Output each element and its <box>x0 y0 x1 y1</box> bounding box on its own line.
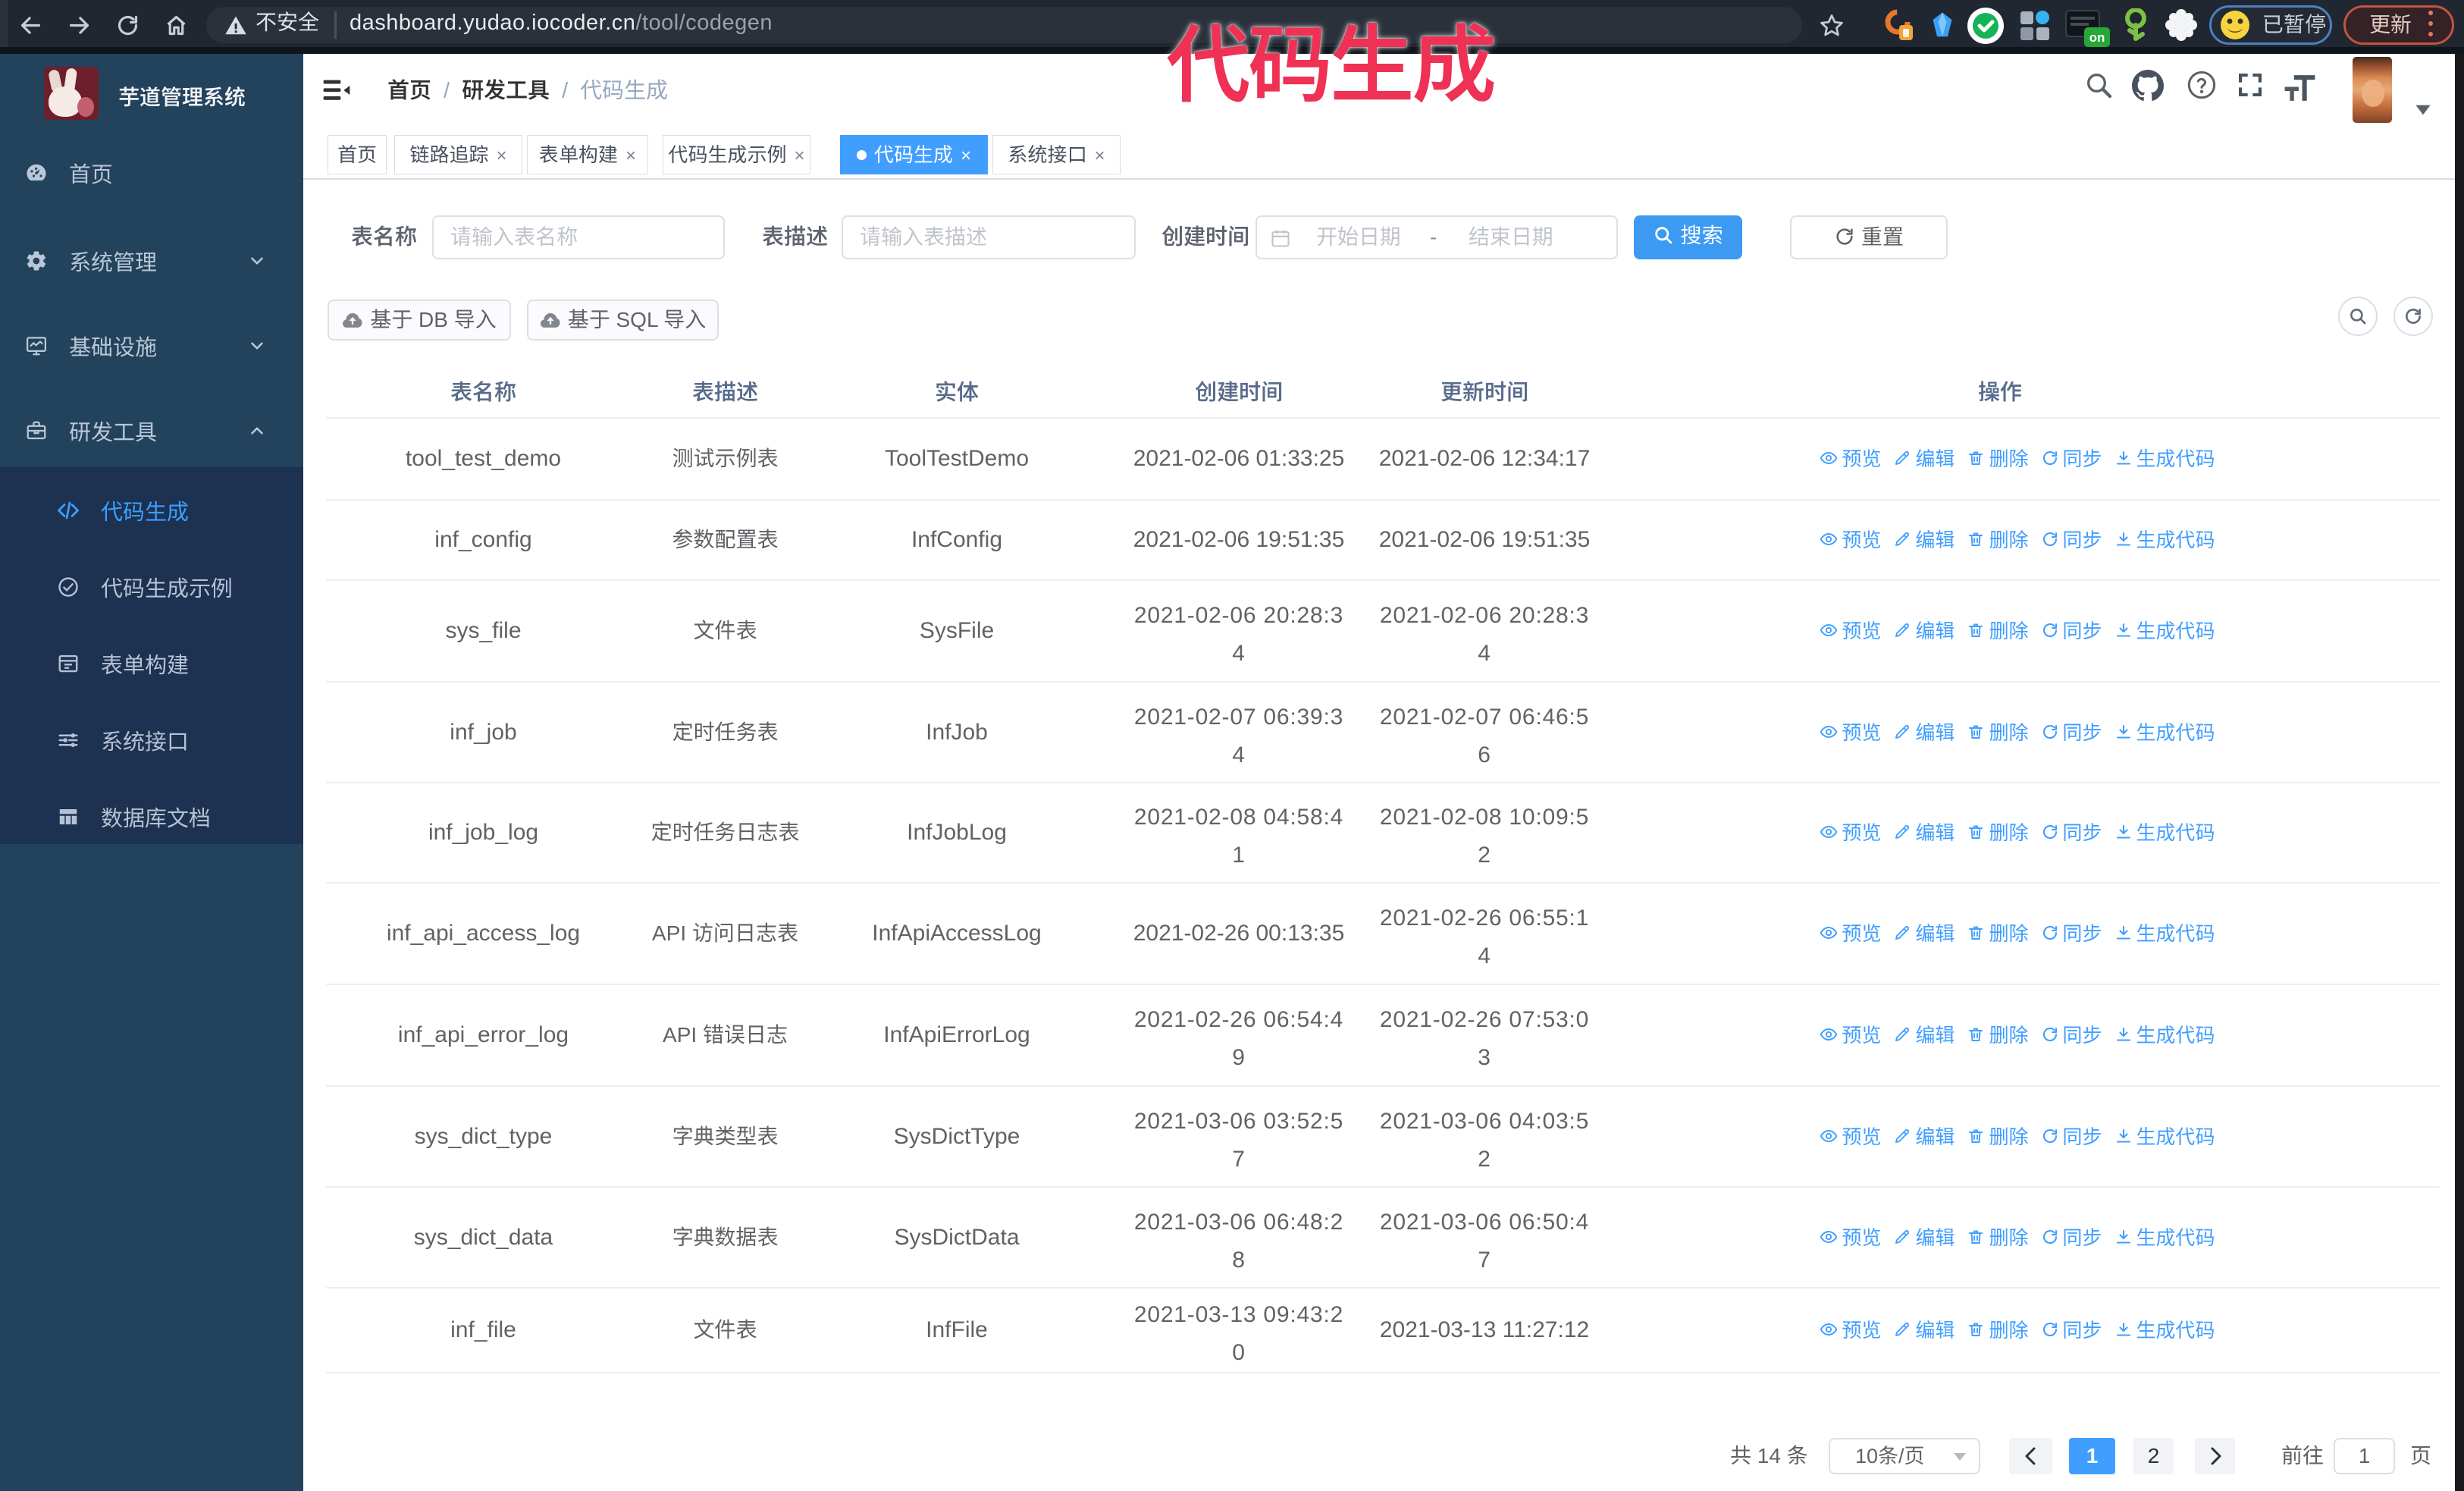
svg-text:on: on <box>2089 30 2105 45</box>
